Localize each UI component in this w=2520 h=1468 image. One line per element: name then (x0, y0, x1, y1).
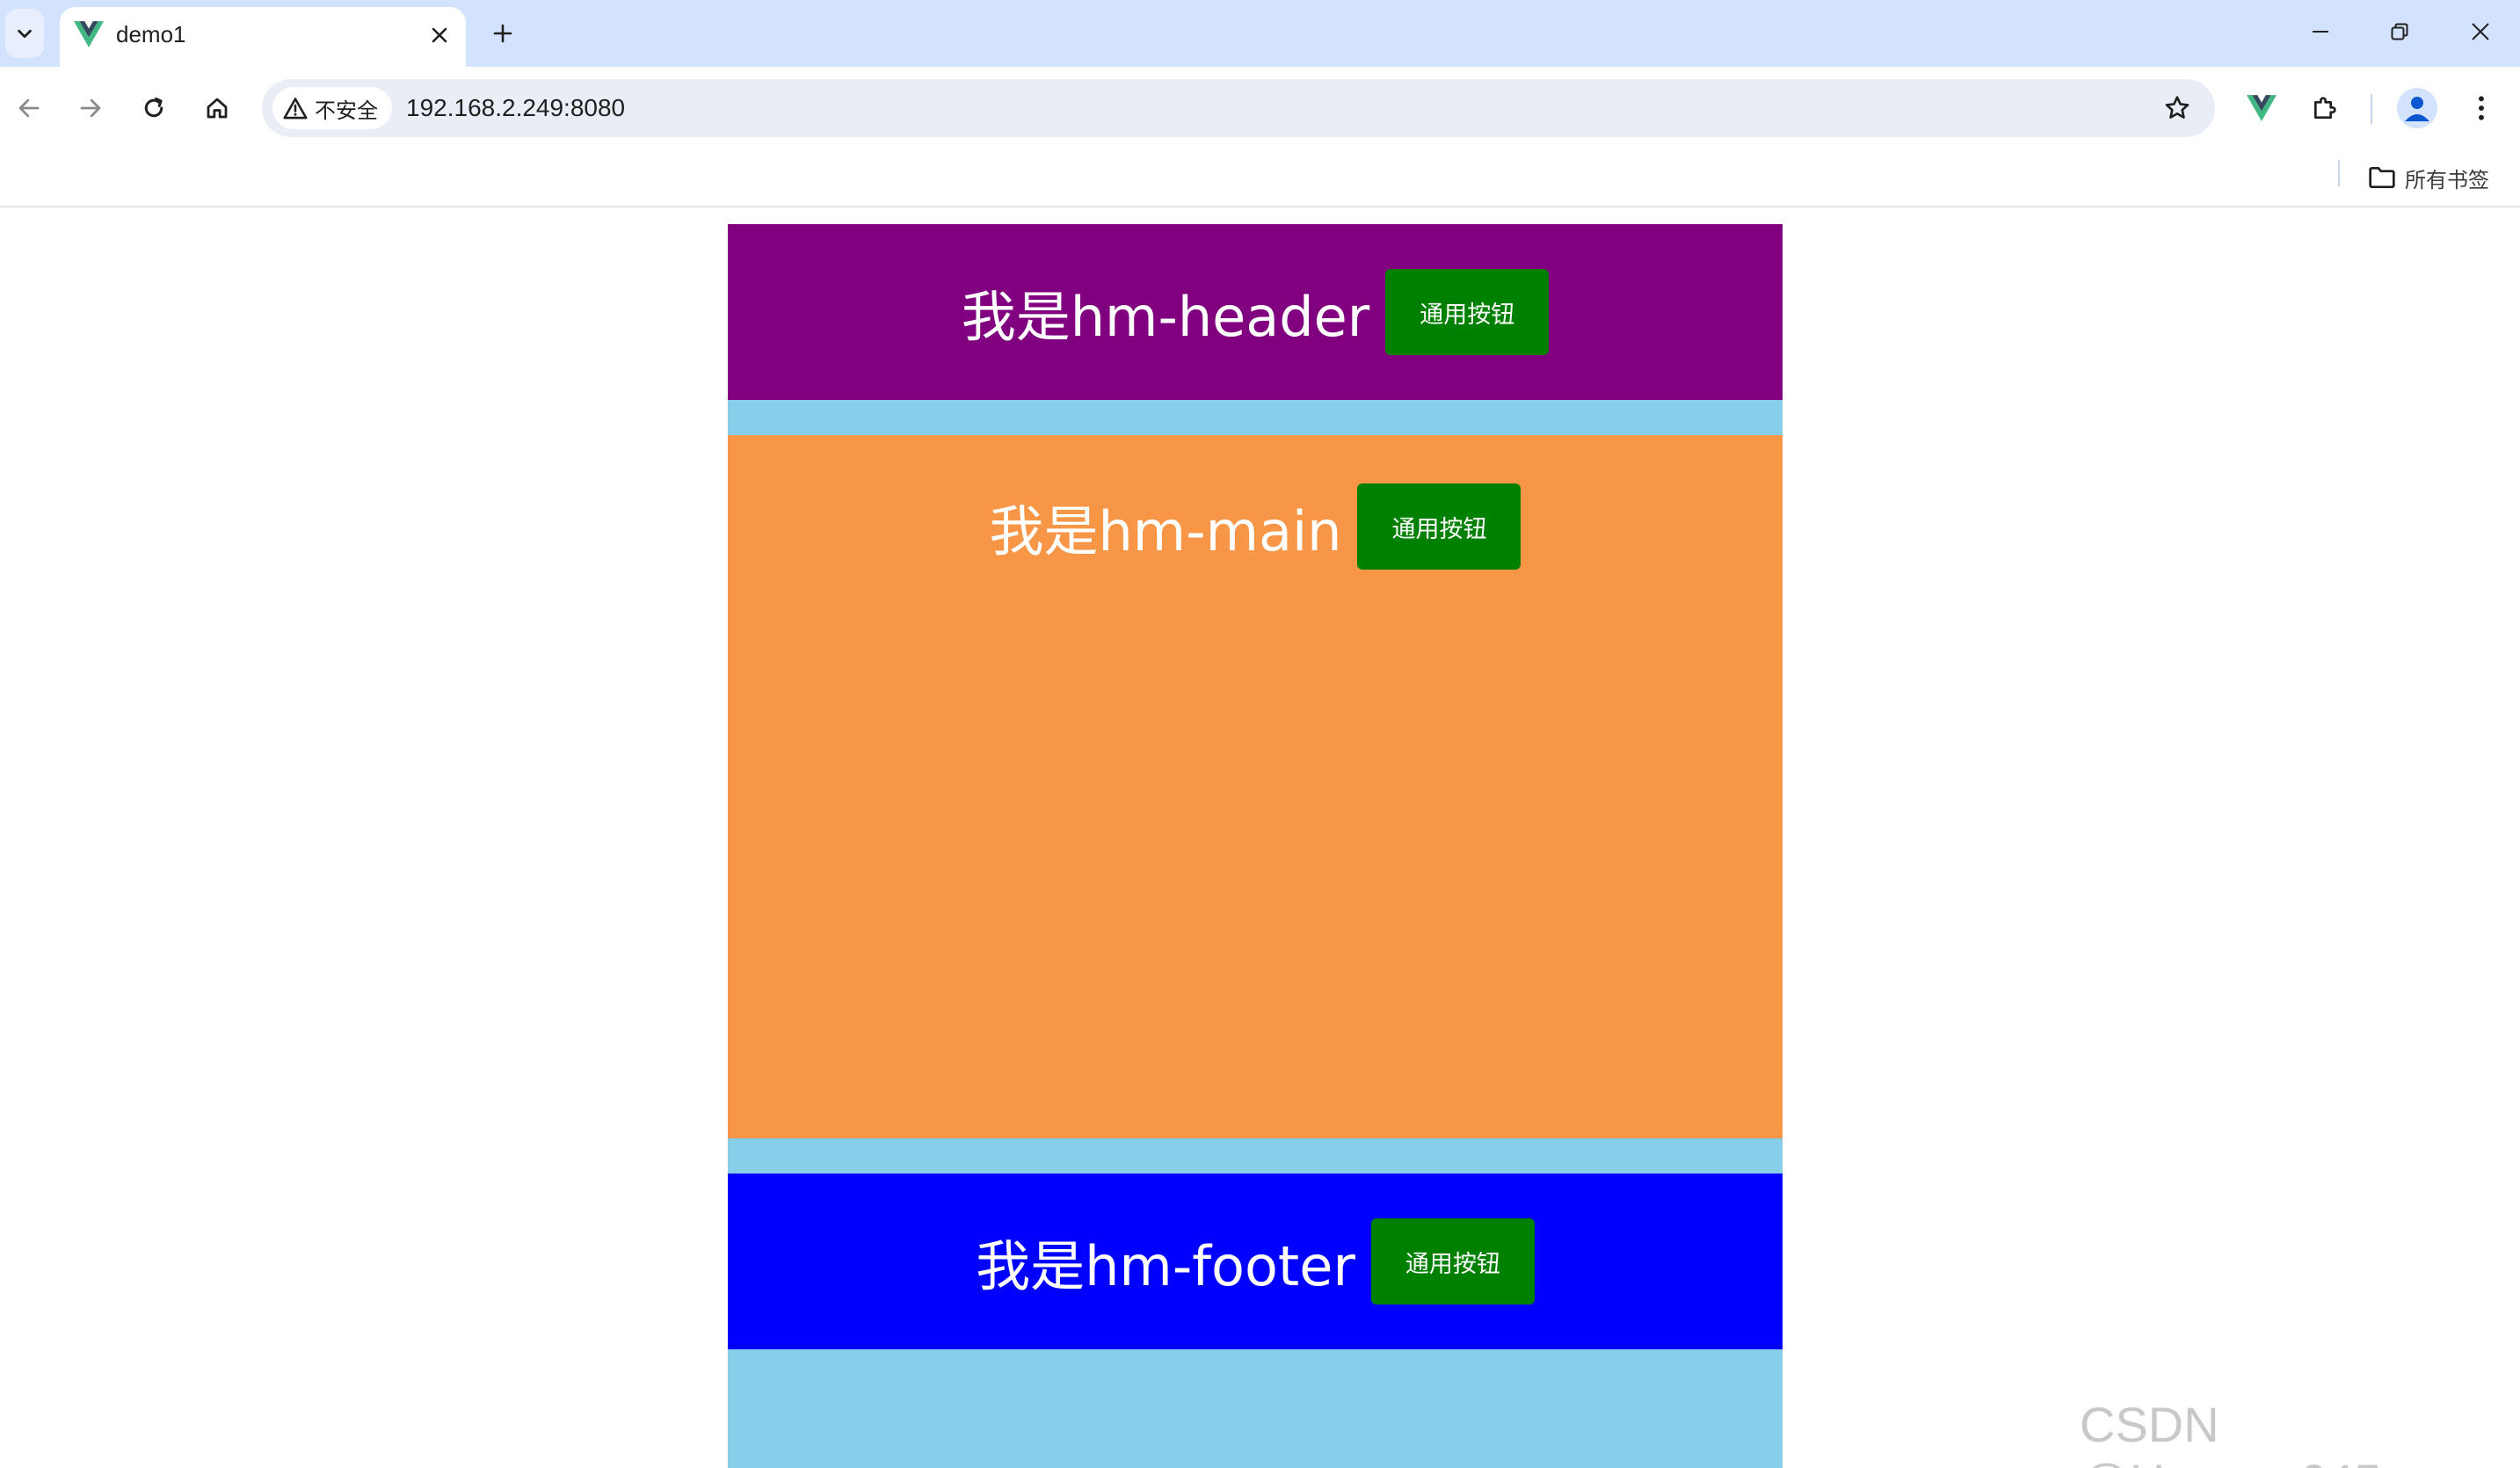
tab-close-button[interactable] (424, 19, 455, 51)
warning-icon (283, 98, 308, 120)
toolbar: 不安全 192.168.2.249:8080 (0, 67, 2520, 149)
avatar-icon (2405, 97, 2429, 121)
bookmarks-bar: 所有书签 (0, 149, 2520, 207)
hm-footer: 我是hm-footer 通用按钮 (728, 1174, 1783, 1349)
close-icon (432, 27, 447, 43)
window-close-button[interactable] (2452, 11, 2509, 53)
security-label: 不安全 (315, 98, 378, 123)
restore-button[interactable] (2371, 11, 2428, 53)
browser-menu-button[interactable] (2459, 86, 2503, 130)
main-row: 我是hm-main 通用按钮 (990, 483, 1521, 570)
back-button[interactable] (7, 86, 51, 130)
minimize-icon (2313, 31, 2328, 33)
minimize-button[interactable] (2292, 11, 2349, 53)
watermark: CSDN @Heaven645 (2080, 1397, 2381, 1468)
arrow-right-icon (80, 98, 101, 118)
footer-title: 我是hm-footer (976, 1234, 1355, 1298)
tab-demo1[interactable]: demo1 (60, 7, 466, 67)
chevron-down-icon (18, 29, 32, 39)
profile-avatar[interactable] (2397, 88, 2437, 128)
browser-window: demo1 不安全 192.168.2.249:8080 所有书签 我是hm-h… (0, 0, 2520, 1468)
home-icon (207, 98, 228, 119)
hm-main: 我是hm-main 通用按钮 (728, 435, 1783, 1138)
restore-icon (2391, 23, 2408, 40)
footer-row: 我是hm-footer 通用按钮 (976, 1218, 1535, 1304)
extensions-button[interactable] (2303, 86, 2347, 130)
kebab-menu-icon (2479, 96, 2484, 120)
hm-header: 我是hm-header 通用按钮 (728, 224, 1783, 400)
app-container: 我是hm-header 通用按钮 我是hm-main 通用按钮 我是hm-foo… (728, 224, 1783, 1468)
security-chip[interactable]: 不安全 (272, 87, 392, 129)
folder-icon (2369, 166, 2395, 188)
main-title: 我是hm-main (989, 499, 1342, 563)
footer-general-button[interactable]: 通用按钮 (1370, 1218, 1535, 1304)
forward-button[interactable] (69, 86, 113, 130)
url-text[interactable]: 192.168.2.249:8080 (406, 94, 625, 122)
close-icon (2472, 23, 2489, 40)
plus-icon (493, 24, 512, 43)
bookmark-star-button[interactable] (2159, 90, 2196, 127)
vue-devtools-extension-button[interactable] (2240, 86, 2284, 130)
tab-search-button[interactable] (5, 9, 44, 58)
header-row: 我是hm-header 通用按钮 (962, 269, 1550, 355)
arrow-left-icon (18, 98, 40, 118)
puzzle-icon (2314, 97, 2336, 119)
header-title: 我是hm-header (961, 285, 1370, 349)
new-tab-button[interactable] (483, 14, 522, 53)
home-button[interactable] (195, 86, 239, 130)
vue-logo-icon (74, 21, 104, 47)
reload-icon (144, 97, 163, 118)
address-bar[interactable]: 不安全 192.168.2.249:8080 (262, 79, 2215, 137)
star-icon (2165, 96, 2190, 119)
main-general-button[interactable]: 通用按钮 (1357, 483, 1521, 570)
header-general-button[interactable]: 通用按钮 (1385, 269, 1550, 355)
all-bookmarks-button[interactable]: 所有书签 (2368, 158, 2489, 197)
toolbar-divider (2371, 94, 2372, 124)
tab-strip: demo1 (0, 0, 2520, 67)
bookmarks-divider (2338, 160, 2340, 186)
reload-button[interactable] (132, 86, 176, 130)
all-bookmarks-label: 所有书签 (2405, 167, 2489, 193)
vue-logo-icon (2247, 95, 2277, 121)
tab-title: demo1 (116, 21, 186, 47)
